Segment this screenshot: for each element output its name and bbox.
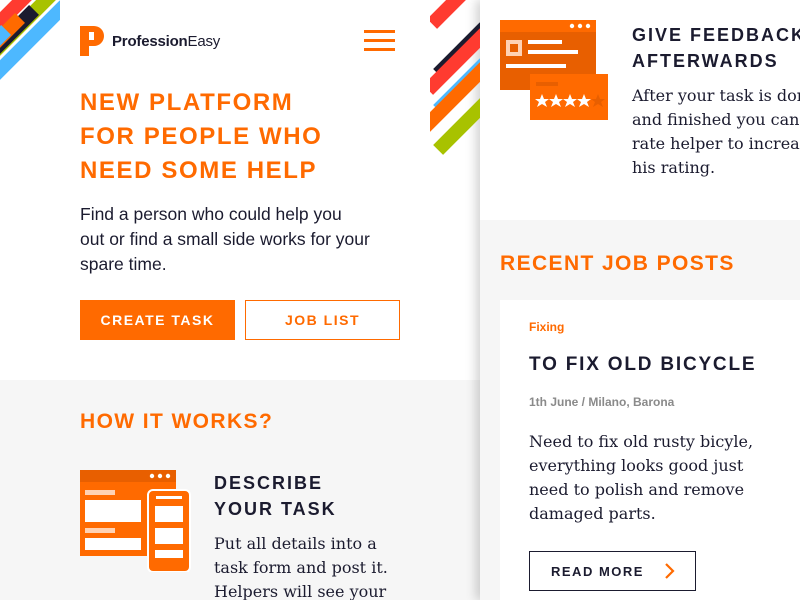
- job-description: Need to fix old rusty bicyle, everything…: [529, 432, 754, 523]
- decorative-stripes-right: [430, 0, 480, 170]
- hero-title: NEW PLATFORM FOR PEOPLE WHO NEED SOME HE…: [80, 89, 323, 184]
- step-description: Put all details into a task form and pos…: [214, 534, 388, 600]
- rating-illustration: [500, 20, 610, 122]
- logo-wordmark: ProfessionEasy: [112, 32, 221, 50]
- read-more-label: READ MORE: [551, 563, 644, 579]
- how-it-works-section: HOW IT WORKS? DESCRIBE YOUR TASK Put all…: [0, 380, 480, 600]
- feedback-title: GIVE FEEDBACK AFTERWARDS: [632, 25, 800, 71]
- job-post-card[interactable]: Fixing TO FIX OLD BICYCLE 1th June / Mil…: [500, 300, 800, 600]
- job-title[interactable]: TO FIX OLD BICYCLE: [529, 354, 756, 376]
- read-more-button[interactable]: READ MORE: [529, 551, 696, 591]
- chevron-right-icon: [663, 563, 677, 579]
- step-title: DESCRIBE YOUR TASK: [214, 473, 337, 519]
- create-task-button[interactable]: CREATE TASK: [80, 300, 235, 340]
- decorative-stripes: [0, 0, 60, 130]
- brand-logo[interactable]: ProfessionEasy: [80, 26, 220, 56]
- how-it-works-title: HOW IT WORKS?: [80, 410, 274, 433]
- mobile-screen-home: ProfessionEasy NEW PLATFORM FOR PEOPLE W…: [0, 0, 480, 600]
- job-list-button[interactable]: JOB LIST: [245, 300, 400, 340]
- logo-p-icon: [80, 26, 104, 56]
- job-category-tag[interactable]: Fixing: [529, 320, 564, 334]
- feedback-step-card: GIVE FEEDBACK AFTERWARDS After your task…: [480, 0, 800, 220]
- job-date-location: 1th June / Milano, Barona: [529, 395, 675, 409]
- feedback-description: After your task is done and finished you…: [632, 86, 800, 177]
- mobile-screen-details: GIVE FEEDBACK AFTERWARDS After your task…: [480, 0, 800, 600]
- recent-job-posts-title: RECENT JOB POSTS: [500, 252, 735, 275]
- hero-subtitle: Find a person who could help you out or …: [80, 204, 370, 274]
- task-form-illustration: [80, 470, 192, 573]
- hamburger-menu-icon[interactable]: [364, 30, 396, 52]
